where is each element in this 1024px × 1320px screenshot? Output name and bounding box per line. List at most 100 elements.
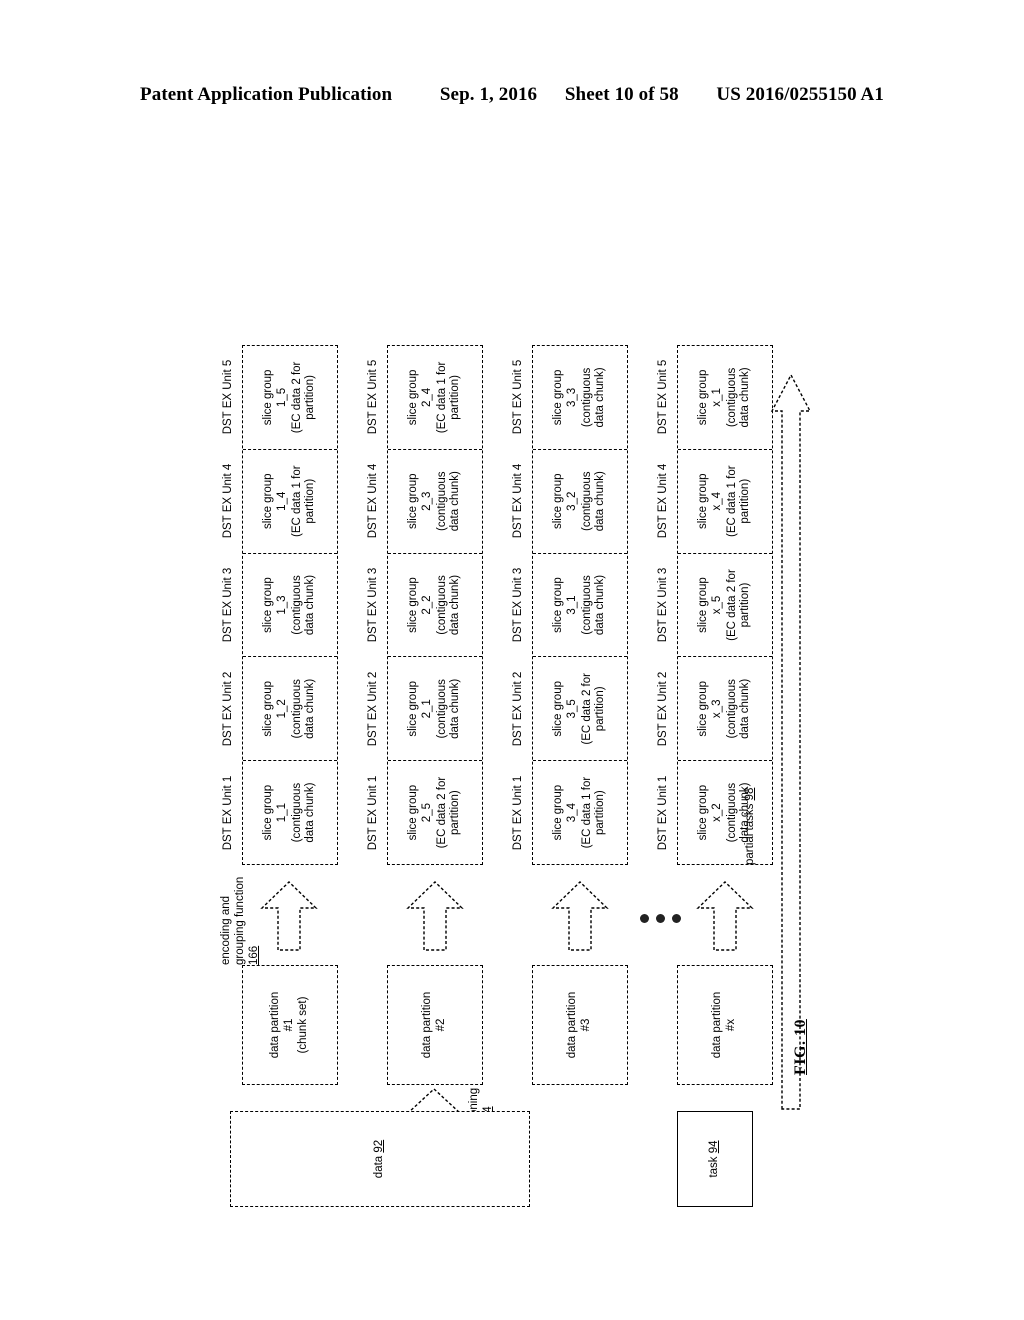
unit-header: DST EX Unit 3 (512, 567, 524, 643)
slice-group-title: slice group (697, 784, 710, 841)
unit-header-row-4: DST EX Unit 1 DST EX Unit 2 DST EX Unit … (657, 345, 675, 865)
slice-group-id: 1_1 (275, 803, 288, 823)
unit-header: DST EX Unit 3 (367, 567, 379, 643)
encoding-arrow-4 (694, 880, 756, 952)
sheet-number: Sheet 10 of 58 (564, 84, 679, 105)
slice-group-cell: slice group 3_5 (EC data 2 for partition… (533, 656, 627, 761)
slice-group-title: slice group (407, 473, 420, 530)
unit-header: DST EX Unit 1 (222, 775, 234, 851)
encoding-label-line2: grouping function (233, 876, 246, 965)
data-partition-box: data partition #1 (chunk set) (242, 965, 338, 1085)
slice-group-note: (EC data 2 for partition) (580, 673, 607, 745)
slice-group-title: slice group (262, 473, 275, 530)
slice-group-title: slice group (697, 473, 710, 530)
data-partition-name: data partition (566, 991, 579, 1059)
data-partition-number: #3 (580, 1018, 592, 1032)
slice-group-title: slice group (552, 369, 565, 426)
slice-group-cell: slice group x_1 (contiguous data chunk) (678, 346, 772, 449)
slice-group-id: 2_2 (420, 595, 433, 615)
slice-group-id: x_4 (710, 491, 723, 511)
unit-header: DST EX Unit 2 (367, 671, 379, 747)
slice-group-title: slice group (552, 784, 565, 841)
slice-group-note: (EC data 2 for partition) (435, 776, 462, 849)
partial-tasks-text: partial tasks (744, 803, 756, 865)
slice-group-cell: slice group 2_4 (EC data 1 for partition… (388, 346, 482, 449)
slice-group-id: 3_4 (565, 803, 578, 823)
unit-header: DST EX Unit 5 (367, 359, 379, 435)
slice-group-cell: slice group 1_3 (contiguous data chunk) (243, 552, 337, 657)
unit-header: DST EX Unit 1 (657, 775, 669, 851)
unit-header: DST EX Unit 5 (657, 359, 669, 435)
slice-group-cell: slice group 3_1 (contiguous data chunk) (533, 552, 627, 657)
data-partition-note: (chunk set) (296, 996, 309, 1054)
task-block-text: task (708, 1156, 721, 1178)
slice-group-note: (contiguous data chunk) (435, 471, 462, 532)
data-block-ref: 92 (373, 1139, 386, 1153)
unit-header: DST EX Unit 2 (512, 671, 524, 747)
slice-group-note: (contiguous data chunk) (435, 678, 462, 739)
slice-group-title: slice group (697, 369, 710, 426)
slice-group-note: (EC data 1 for partition) (725, 465, 752, 538)
slice-group-note: (contiguous data chunk) (725, 678, 752, 739)
data-partition-number: #2 (435, 1018, 447, 1032)
slice-group-title: slice group (407, 784, 420, 841)
slice-group-note: (EC data 1 for partition) (580, 776, 607, 849)
slice-group-cell: slice group x_3 (contiguous data chunk) (678, 656, 772, 761)
unit-header: DST EX Unit 3 (657, 567, 669, 643)
slice-group-cell: slice group x_2 (contiguous data chunk) (678, 760, 772, 864)
slice-group-note: (EC data 2 for partition) (290, 361, 317, 434)
slice-group-note: (contiguous data chunk) (290, 678, 317, 739)
data-partition-name: data partition (711, 991, 724, 1059)
slice-group-note: (EC data 1 for partition) (435, 361, 462, 434)
encoding-arrow-3 (549, 880, 611, 952)
slice-group-id: 2_5 (420, 803, 433, 823)
partial-tasks-arrow (770, 371, 812, 1111)
slice-group-cell: slice group x_4 (EC data 1 for partition… (678, 448, 772, 553)
slice-group-id: 1_2 (275, 699, 288, 719)
slice-group-id: x_3 (710, 699, 723, 719)
slice-group-id: 2_4 (420, 387, 433, 408)
slice-group-title: slice group (552, 681, 565, 737)
slice-group-row: slice group 2_5 (EC data 2 for partition… (387, 345, 483, 865)
ellipsis-dot (656, 914, 665, 923)
slice-group-cell: slice group 2_3 (contiguous data chunk) (388, 448, 482, 553)
task-block-ref: 94 (708, 1140, 721, 1154)
slice-group-cell: slice group 3_4 (EC data 1 for partition… (533, 760, 627, 864)
slice-group-cell: slice group 1_4 (EC data 1 for partition… (243, 448, 337, 553)
unit-header: DST EX Unit 2 (657, 671, 669, 747)
slice-group-note: (EC data 2 for partition) (725, 569, 752, 641)
slice-group-title: slice group (552, 473, 565, 530)
slice-group-note: (contiguous data chunk) (580, 471, 607, 532)
slice-group-id: x_1 (710, 388, 723, 407)
unit-header: DST EX Unit 1 (512, 775, 524, 851)
unit-header: DST EX Unit 2 (222, 671, 234, 747)
patent-number: US 2016/0255150 A1 (716, 84, 884, 105)
unit-header: DST EX Unit 5 (222, 359, 234, 435)
figure-label: FIG. 10 (792, 1019, 809, 1075)
slice-group-title: slice group (262, 577, 275, 633)
slice-group-note: (EC data 1 for partition) (290, 465, 317, 538)
slice-group-id: 2_3 (420, 491, 433, 511)
unit-header-row-2: DST EX Unit 1 DST EX Unit 2 DST EX Unit … (367, 345, 385, 865)
publication-date: Sep. 1, 2016 (439, 84, 538, 105)
slice-group-title: slice group (407, 681, 420, 737)
slice-group-note: (contiguous data chunk) (290, 574, 317, 636)
data-block-text: data (373, 1155, 386, 1179)
slice-group-note: (contiguous data chunk) (435, 574, 462, 636)
data-partition-box: data partition #x (677, 965, 773, 1085)
slice-group-id: 1_4 (275, 491, 288, 511)
slice-group-cell: slice group 1_2 (contiguous data chunk) (243, 656, 337, 761)
encoding-label-line1: encoding and (220, 895, 232, 965)
slice-group-title: slice group (407, 369, 420, 426)
slice-group-id: x_5 (710, 595, 723, 615)
data-partition-box: data partition #3 (532, 965, 628, 1085)
unit-header: DST EX Unit 4 (367, 463, 379, 539)
slice-group-title: slice group (407, 577, 420, 633)
unit-header: DST EX Unit 1 (367, 775, 379, 851)
slice-group-note: (contiguous data chunk) (290, 782, 317, 843)
slice-group-cell: slice group 2_5 (EC data 2 for partition… (388, 760, 482, 864)
ellipsis-dot (640, 914, 649, 923)
unit-header: DST EX Unit 4 (512, 463, 524, 539)
slice-group-cell: slice group 3_3 (contiguous data chunk) (533, 346, 627, 449)
slice-group-note: (contiguous data chunk) (725, 367, 752, 428)
